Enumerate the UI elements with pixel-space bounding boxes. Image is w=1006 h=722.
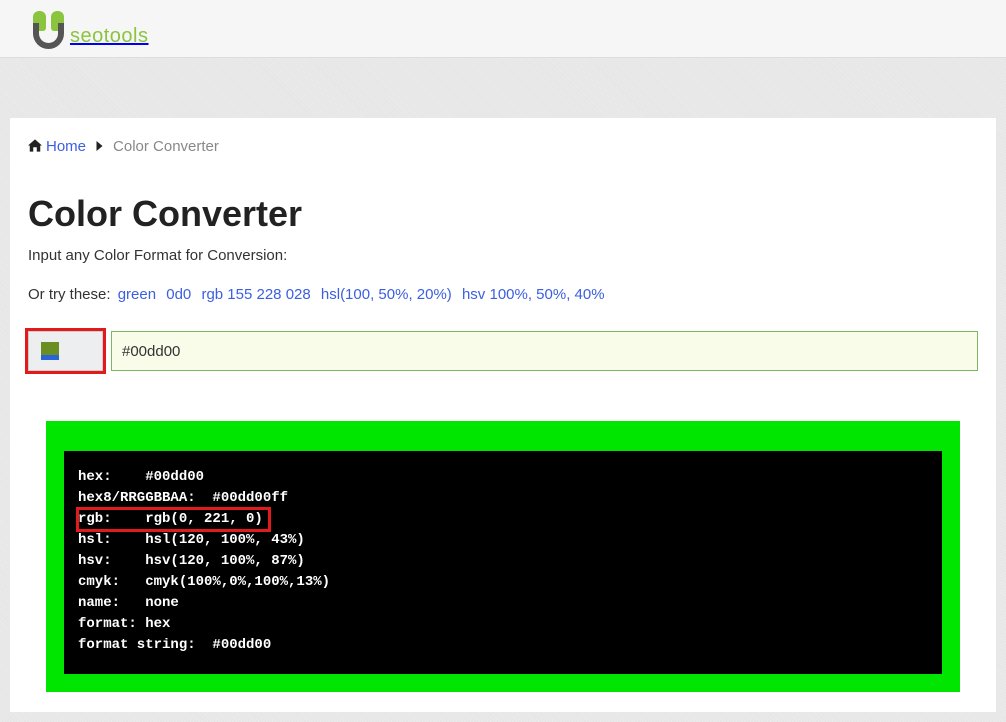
example-link[interactable]: green [118,286,156,303]
result-line: hex: #00dd00 [78,467,928,488]
logo-link[interactable]: seotools [30,9,149,51]
example-link[interactable]: hsl(100, 50%, 20%) [321,286,452,303]
breadcrumb-current: Color Converter [113,138,219,155]
breadcrumb-home-link[interactable]: Home [46,138,86,155]
color-input[interactable] [111,331,978,371]
top-bar: seotools [0,0,1006,58]
example-link[interactable]: hsv 100%, 50%, 40% [462,286,605,303]
color-swatch-button[interactable] [28,331,103,371]
page-title: Color Converter [28,193,978,235]
result-line: format string: #00dd00 [78,635,928,656]
example-link[interactable]: 0d0 [166,286,191,303]
result-panel: hex: #00dd00hex8/RRGGBBAA: #00dd00ffrgb:… [46,421,960,692]
breadcrumb: Home Color Converter [28,138,978,155]
page-subtitle: Input any Color Format for Conversion: [28,247,978,264]
logo-icon [30,9,68,51]
swatch-icon [41,342,59,360]
result-line: hsl: hsl(120, 100%, 43%) [78,530,928,551]
result-line: cmyk: cmyk(100%,0%,100%,13%) [78,572,928,593]
result-line: hex8/RRGGBBAA: #00dd00ff [78,488,928,509]
result-line: name: none [78,593,928,614]
try-label: Or try these: [28,286,111,303]
home-icon [28,139,42,155]
main-card: Home Color Converter Color Converter Inp… [10,118,996,712]
result-line: rgb: rgb(0, 221, 0) [78,509,928,530]
try-examples-line: Or try these: green 0d0 rgb 155 228 028 … [28,286,978,303]
example-link[interactable]: rgb 155 228 028 [201,286,310,303]
result-terminal: hex: #00dd00hex8/RRGGBBAA: #00dd00ffrgb:… [64,451,942,674]
result-line: hsv: hsv(120, 100%, 87%) [78,551,928,572]
breadcrumb-sep-icon [96,140,103,154]
logo-text: seotools [70,25,149,48]
input-row [28,331,978,371]
result-line: format: hex [78,614,928,635]
